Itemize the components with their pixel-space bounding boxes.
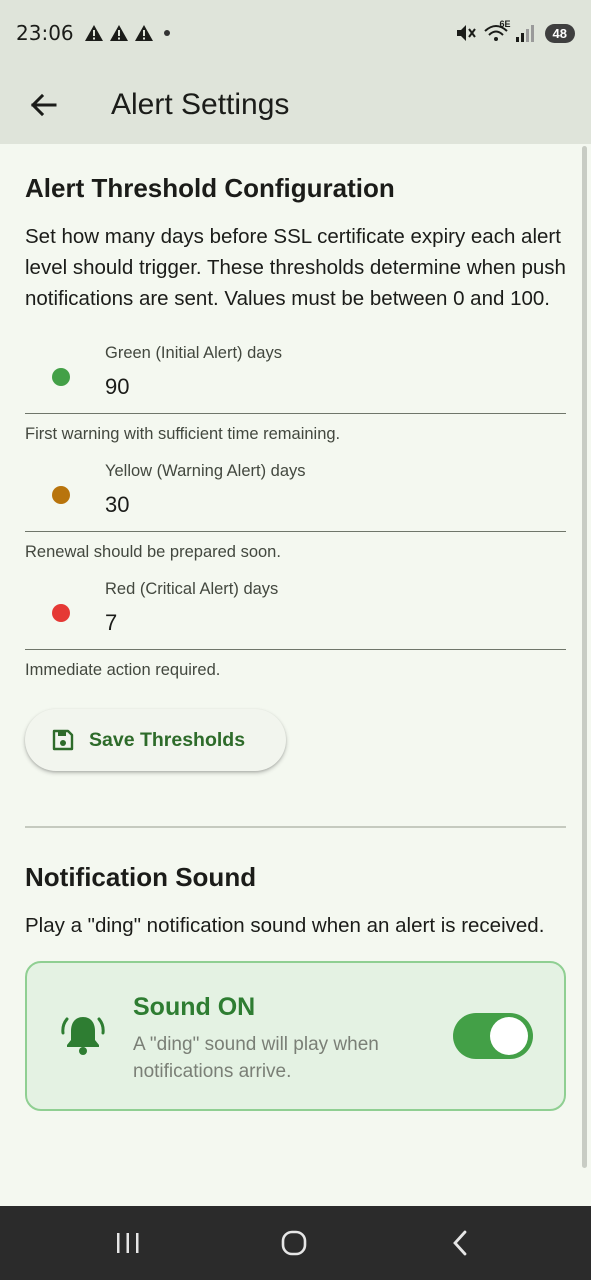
save-thresholds-button[interactable]: Save Thresholds [25, 709, 286, 771]
green-threshold-helper: First warning with sufficient time remai… [25, 425, 341, 443]
yellow-threshold-helper: Renewal should be prepared soon. [25, 543, 281, 561]
mute-icon [456, 25, 476, 41]
yellow-dot-icon [52, 486, 70, 504]
red-threshold-helper: Immediate action required. [25, 661, 221, 679]
sound-toggle-card[interactable]: Sound ON A "ding" sound will play when n… [25, 960, 566, 1111]
red-dot-icon [52, 604, 70, 622]
network-label: 6E [499, 19, 511, 29]
yellow-threshold-field[interactable]: Yellow (Warning Alert) days 30 [25, 446, 566, 532]
yellow-threshold-label: Yellow (Warning Alert) days [105, 462, 306, 480]
section-divider [25, 826, 566, 828]
settings-content: Alert Threshold Configuration Set how ma… [25, 144, 566, 1111]
red-threshold-label: Red (Critical Alert) days [105, 580, 279, 598]
green-threshold-label: Green (Initial Alert) days [105, 344, 282, 362]
save-thresholds-label: Save Thresholds [89, 728, 246, 751]
bell-ringing-icon [61, 1016, 105, 1055]
notification-dot-icon [163, 30, 170, 36]
system-nav-bar [0, 1206, 591, 1280]
sound-status-title: Sound ON [133, 992, 256, 1021]
status-bar: 23:06 6E 48 [0, 0, 591, 66]
yellow-threshold-input[interactable]: 30 [105, 492, 129, 518]
red-threshold-input[interactable]: 7 [105, 610, 117, 636]
recents-icon [117, 1233, 139, 1253]
app-bar: Alert Settings [0, 66, 591, 144]
warning-icons [84, 24, 154, 42]
wifi-icon: 6E [483, 19, 511, 43]
green-dot-icon [52, 368, 70, 386]
battery-indicator: 48 [544, 23, 575, 43]
threshold-section-title: Alert Threshold Configuration [25, 173, 395, 203]
chevron-back-icon [453, 1230, 467, 1256]
toggle-knob [490, 1016, 528, 1055]
back-button[interactable] [0, 66, 86, 144]
warning-icon [109, 25, 128, 41]
page-title: Alert Settings [111, 88, 290, 121]
status-time: 23:06 [16, 21, 74, 45]
warning-icon [84, 25, 103, 41]
sound-status-subtitle: A "ding" sound will play when notificati… [133, 1033, 379, 1082]
sound-description: Play a "ding" notification sound when an… [25, 913, 545, 937]
green-threshold-input[interactable]: 90 [105, 374, 129, 400]
sound-section-title: Notification Sound [25, 861, 257, 892]
recents-button[interactable] [83, 1206, 173, 1280]
red-threshold-field[interactable]: Red (Critical Alert) days 7 [25, 564, 566, 650]
green-threshold-field[interactable]: Green (Initial Alert) days 90 [25, 328, 566, 414]
signal-icon [515, 25, 534, 42]
save-icon [52, 729, 74, 751]
sound-toggle-switch[interactable] [453, 1012, 533, 1059]
threshold-description: Set how many days before SSL certificate… [25, 225, 566, 310]
warning-icon [134, 25, 153, 41]
home-icon [281, 1230, 307, 1256]
back-nav-button[interactable] [415, 1206, 505, 1280]
scrollbar[interactable] [582, 146, 587, 1168]
arrow-back-icon [30, 93, 57, 117]
home-button[interactable] [249, 1206, 339, 1280]
